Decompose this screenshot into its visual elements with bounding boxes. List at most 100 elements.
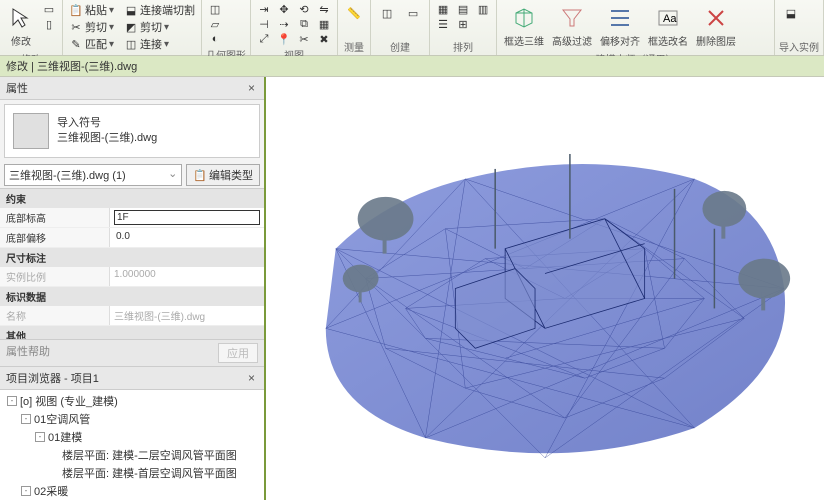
contextual-tab-label: 修改 | 三维视图-(三维).dwg xyxy=(6,61,137,73)
view-btn-3[interactable]: ⟲ xyxy=(295,2,313,16)
geo-btn-3[interactable]: ◐ xyxy=(206,32,224,46)
arrange-1[interactable]: ▦ xyxy=(434,2,452,16)
tree-item[interactable]: 楼层平面: 建模-二层空调风管平面图 xyxy=(0,446,264,464)
section-identity[interactable]: 标识数据 xyxy=(0,287,264,306)
arrange-5[interactable]: ⊞ xyxy=(454,17,472,31)
geo-icon-3: ◐ xyxy=(208,32,222,46)
view-btn-12[interactable]: ✖ xyxy=(315,32,333,46)
geo-btn-2[interactable]: ▱ xyxy=(206,17,224,31)
grid3-icon: ▥ xyxy=(476,2,490,16)
view-btn-5[interactable]: ⊣ xyxy=(255,17,273,31)
match-button[interactable]: ✎匹配▾ xyxy=(67,36,116,52)
category-text: 导入符号 三维视图-(三维).dwg xyxy=(57,116,157,147)
prop-value[interactable] xyxy=(110,208,264,227)
prop-label: 名称 xyxy=(0,306,110,325)
geo-icon-2: ▱ xyxy=(208,17,222,31)
tree-expander-icon[interactable]: - xyxy=(7,396,17,406)
cut-button[interactable]: ✂剪切▾ xyxy=(67,19,116,35)
edit-type-button[interactable]: 📋编辑类型 xyxy=(186,164,260,186)
section-dimensions[interactable]: 尺寸标注 xyxy=(0,248,264,267)
select-tool-2[interactable]: ▯ xyxy=(40,17,58,31)
properties-title: 属性 xyxy=(6,80,28,96)
view-btn-7[interactable]: ⧉ xyxy=(295,17,313,31)
view-btn-4[interactable]: ⇋ xyxy=(315,2,333,16)
browser-close-icon[interactable]: × xyxy=(245,371,258,385)
ruler-icon: 📏 xyxy=(345,4,363,22)
ribbon-toolbar: 修改 ▭ ▯ 修改 📋粘贴▾ ✂剪切▾ ✎匹配▾ ⬓连接端切割 ◩剪切▾ ◫连接… xyxy=(0,0,824,56)
cope-button[interactable]: ⬓连接端切割 xyxy=(122,2,197,18)
viewport-3d[interactable] xyxy=(266,77,824,500)
offsetalign-button[interactable]: 偏移对齐 xyxy=(597,2,643,50)
arrange-3[interactable]: ▥ xyxy=(474,2,492,16)
tree-expander-icon[interactable]: - xyxy=(21,414,31,424)
rename-icon: Aa xyxy=(654,4,682,32)
measure-button[interactable]: 📏 xyxy=(342,2,366,24)
pin-icon: 📍 xyxy=(277,32,291,46)
browser-header: 项目浏览器 - 项目1 × xyxy=(0,367,264,390)
section-other[interactable]: 其他 xyxy=(0,326,264,339)
join-button[interactable]: ◫连接▾ xyxy=(122,36,197,52)
geo-btn-1[interactable]: ◫ xyxy=(206,2,224,16)
del-icon: ✖ xyxy=(317,32,331,46)
browser-title: 项目浏览器 - 项目1 xyxy=(6,370,99,386)
modify-label: 修改 xyxy=(11,33,31,48)
align-icon: ⇥ xyxy=(257,2,271,16)
grid-icon: ▦ xyxy=(436,2,450,16)
view-btn-1[interactable]: ⇥ xyxy=(255,2,273,16)
category-box[interactable]: 导入符号 三维视图-(三维).dwg xyxy=(4,104,260,158)
prop-value: 1.000000 xyxy=(110,267,264,286)
svg-text:Aa: Aa xyxy=(663,13,677,25)
edit-type-icon: 📋 xyxy=(193,169,207,182)
apply-button[interactable]: 应用 xyxy=(218,343,258,363)
rename-button[interactable]: Aa框选改名 xyxy=(645,2,691,50)
paste-icon: 📋 xyxy=(69,3,83,17)
view-btn-9[interactable]: ⤢ xyxy=(255,32,273,46)
tree-expander-icon[interactable]: - xyxy=(21,486,31,496)
view-btn-8[interactable]: ▦ xyxy=(315,17,333,31)
dellayer-button[interactable]: 删除图层 xyxy=(693,2,739,50)
select-icon-2: ▯ xyxy=(42,17,56,31)
section-constraints[interactable]: 约束 xyxy=(0,189,264,208)
tree-item[interactable]: 楼层平面: 建模-首层空调风管平面图 xyxy=(0,464,264,482)
model-wireframe xyxy=(266,77,824,500)
tree-item-label: 01建模 xyxy=(48,429,82,445)
prop-value[interactable] xyxy=(110,228,264,247)
modify-button[interactable]: 修改 xyxy=(4,2,38,50)
view-btn-6[interactable]: ⇢ xyxy=(275,17,293,31)
mirror-icon: ⇋ xyxy=(317,2,331,16)
paste-button[interactable]: 📋粘贴▾ xyxy=(67,2,116,18)
view-btn-11[interactable]: ✂ xyxy=(295,32,313,46)
trim-icon: ⊣ xyxy=(257,17,271,31)
move-icon: ✥ xyxy=(277,2,291,16)
type-selector[interactable]: 三维视图-(三维).dwg (1) ⌄ xyxy=(4,164,182,186)
tree-item[interactable]: -02采暖 xyxy=(0,482,264,500)
properties-help-link[interactable]: 属性帮助 xyxy=(6,343,50,363)
create-button-2[interactable]: ▭ xyxy=(401,2,425,24)
prop-label: 底部标高 xyxy=(0,208,110,227)
view-btn-10[interactable]: 📍 xyxy=(275,32,293,46)
view-btn-2[interactable]: ✥ xyxy=(275,2,293,16)
base-offset-input[interactable] xyxy=(114,230,260,243)
select-tool[interactable]: ▭ xyxy=(40,2,58,16)
tree-item[interactable]: -01建模 xyxy=(0,428,264,446)
select3d-button[interactable]: 框选三维 xyxy=(501,2,547,50)
arrange-4[interactable]: ☰ xyxy=(434,17,452,31)
offset-icon: ⇢ xyxy=(277,17,291,31)
properties-close-icon[interactable]: × xyxy=(245,81,258,95)
advfilter-button[interactable]: 高级过滤 xyxy=(549,2,595,50)
tree-item[interactable]: -01空调风管 xyxy=(0,410,264,428)
import-button[interactable]: ⬓ xyxy=(779,2,803,24)
create-button[interactable]: ◫ xyxy=(375,2,399,24)
group-title: 测量 xyxy=(342,38,366,54)
properties-header: 属性 × xyxy=(0,77,264,100)
base-level-input[interactable] xyxy=(114,210,260,225)
ribbon-group-geometry: ◫ ▱ ◐ 几何图形 xyxy=(202,0,251,55)
arrange-2[interactable]: ▤ xyxy=(454,2,472,16)
cope-icon: ⬓ xyxy=(124,3,138,17)
grid4-icon: ☰ xyxy=(436,17,450,31)
copy-icon: ⧉ xyxy=(297,17,311,31)
tree-expander-icon[interactable]: - xyxy=(35,432,45,442)
cutgeo-button[interactable]: ◩剪切▾ xyxy=(122,19,197,35)
browser-tree[interactable]: -[o] 视图 (专业_建模)-01空调风管-01建模楼层平面: 建模-二层空调… xyxy=(0,390,264,500)
tree-item[interactable]: -[o] 视图 (专业_建模) xyxy=(0,392,264,410)
